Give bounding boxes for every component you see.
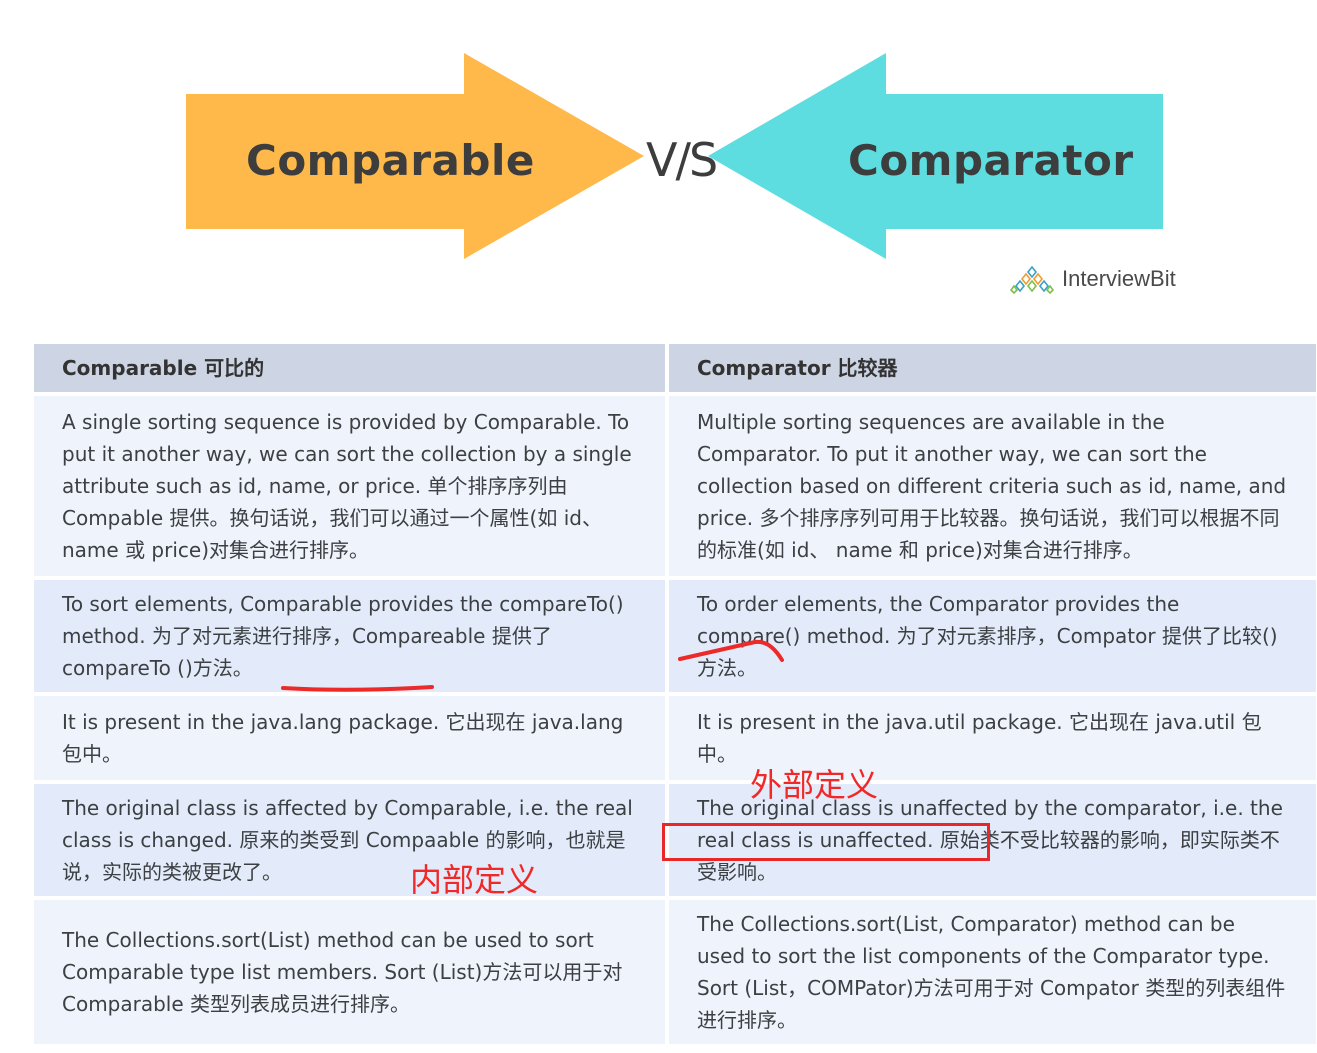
comparable-title: Comparable: [246, 136, 535, 185]
cell-comparator: Multiple sorting sequences are available…: [669, 396, 1316, 576]
annotation-external-definition: 外部定义: [750, 766, 879, 804]
pyramid-icon: [1009, 265, 1055, 294]
cell-comparator: The Collections.sort(List, Comparator) m…: [669, 900, 1316, 1044]
cell-comparable: The Collections.sort(List) method can be…: [34, 900, 665, 1044]
versus-label: V/S: [646, 133, 718, 187]
table-row: To sort elements, Comparable provides th…: [34, 580, 1316, 692]
table-row: It is present in the java.lang package. …: [34, 696, 1316, 780]
table-header-row: Comparable 可比的 Comparator 比较器: [34, 344, 1316, 392]
cell-comparable: It is present in the java.lang package. …: [34, 696, 665, 780]
cell-comparable: To sort elements, Comparable provides th…: [34, 580, 665, 692]
header-comparator: Comparator 比较器: [669, 344, 1316, 392]
highlight-box: [662, 823, 990, 861]
comparison-table: Comparable 可比的 Comparator 比较器 A single s…: [30, 340, 1317, 1048]
cell-comparable: The original class is affected by Compar…: [34, 784, 665, 896]
header-comparable: Comparable 可比的: [34, 344, 665, 392]
table-row: The Collections.sort(List) method can be…: [34, 900, 1316, 1044]
interviewbit-logo: InterviewBit: [1008, 262, 1176, 296]
cell-comparable: A single sorting sequence is provided by…: [34, 396, 665, 576]
cell-comparator: To order elements, the Comparator provid…: [669, 580, 1316, 692]
table-row: A single sorting sequence is provided by…: [34, 396, 1316, 576]
brand-name: InterviewBit: [1062, 266, 1176, 291]
comparator-title: Comparator: [848, 136, 1134, 185]
annotation-internal-definition: 内部定义: [410, 861, 539, 899]
